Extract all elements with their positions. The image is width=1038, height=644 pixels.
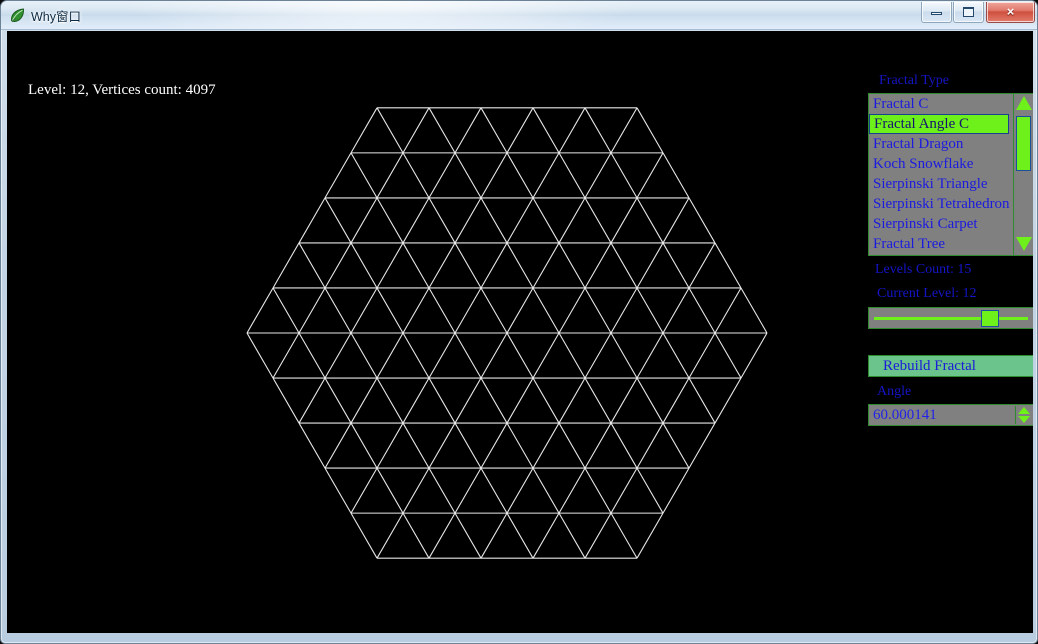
rebuild-fractal-button[interactable]: Rebuild Fractal: [868, 355, 1033, 377]
angle-label: Angle: [877, 384, 912, 399]
fractal-type-listbox[interactable]: Fractal C Fractal Angle C Fractal Dragon…: [868, 93, 1033, 256]
triangle-up-icon: [1016, 96, 1032, 110]
status-text: Level: 12, Vertices count: 4097: [28, 82, 216, 98]
levels-count-label: Levels Count: 15: [875, 262, 972, 277]
angle-value[interactable]: 60.000141: [873, 406, 937, 425]
spinner-up-icon[interactable]: [1018, 407, 1030, 414]
angle-spinner[interactable]: [1015, 406, 1032, 424]
list-item[interactable]: Koch Snowflake: [869, 154, 1033, 174]
control-panel: Fractal Type Fractal C Fractal Angle C F…: [863, 40, 1033, 430]
application-window: Why窗口 × Level: 12, Vertices count: 4097 …: [0, 0, 1038, 644]
spinner-down-icon[interactable]: [1018, 416, 1030, 423]
list-item[interactable]: Sierpinski Carpet: [869, 214, 1033, 234]
scrollbar-thumb[interactable]: [1016, 116, 1031, 171]
triangle-down-icon: [1016, 237, 1032, 251]
leaf-icon: [11, 8, 24, 23]
minimize-button[interactable]: [921, 2, 952, 23]
list-item-selected[interactable]: Fractal Angle C: [869, 114, 1009, 134]
minimize-icon: [931, 12, 942, 15]
list-item[interactable]: Fractal Tree: [869, 234, 1033, 254]
scroll-down-arrow-icon[interactable]: [1016, 237, 1032, 253]
list-item[interactable]: Sierpinski Tetrahedron: [869, 194, 1033, 214]
client-area: Level: 12, Vertices count: 4097 Fractal …: [7, 31, 1033, 633]
title-bar[interactable]: Why窗口 ×: [1, 1, 1037, 30]
scroll-up-arrow-icon[interactable]: [1016, 96, 1032, 112]
restore-icon: [963, 7, 974, 17]
list-item[interactable]: Sierpinski Triangle: [869, 174, 1033, 194]
list-item[interactable]: Fractal Dragon: [869, 134, 1033, 154]
slider-thumb[interactable]: [981, 310, 999, 327]
fractal-type-label: Fractal Type: [879, 73, 949, 88]
slider-track: [874, 317, 1028, 320]
angle-input-field[interactable]: 60.000141: [868, 404, 1033, 426]
title-bar-glow: [121, 1, 641, 30]
listbox-scrollbar[interactable]: [1013, 94, 1033, 255]
level-slider[interactable]: [868, 307, 1033, 329]
list-item[interactable]: Fractal C: [869, 94, 1033, 114]
restore-button[interactable]: [953, 2, 984, 23]
close-button[interactable]: ×: [986, 2, 1035, 23]
window-title: Why窗口: [31, 10, 82, 24]
close-icon: ×: [1006, 4, 1015, 19]
window-buttons: ×: [920, 2, 1035, 23]
current-level-label: Current Level: 12: [877, 286, 977, 301]
